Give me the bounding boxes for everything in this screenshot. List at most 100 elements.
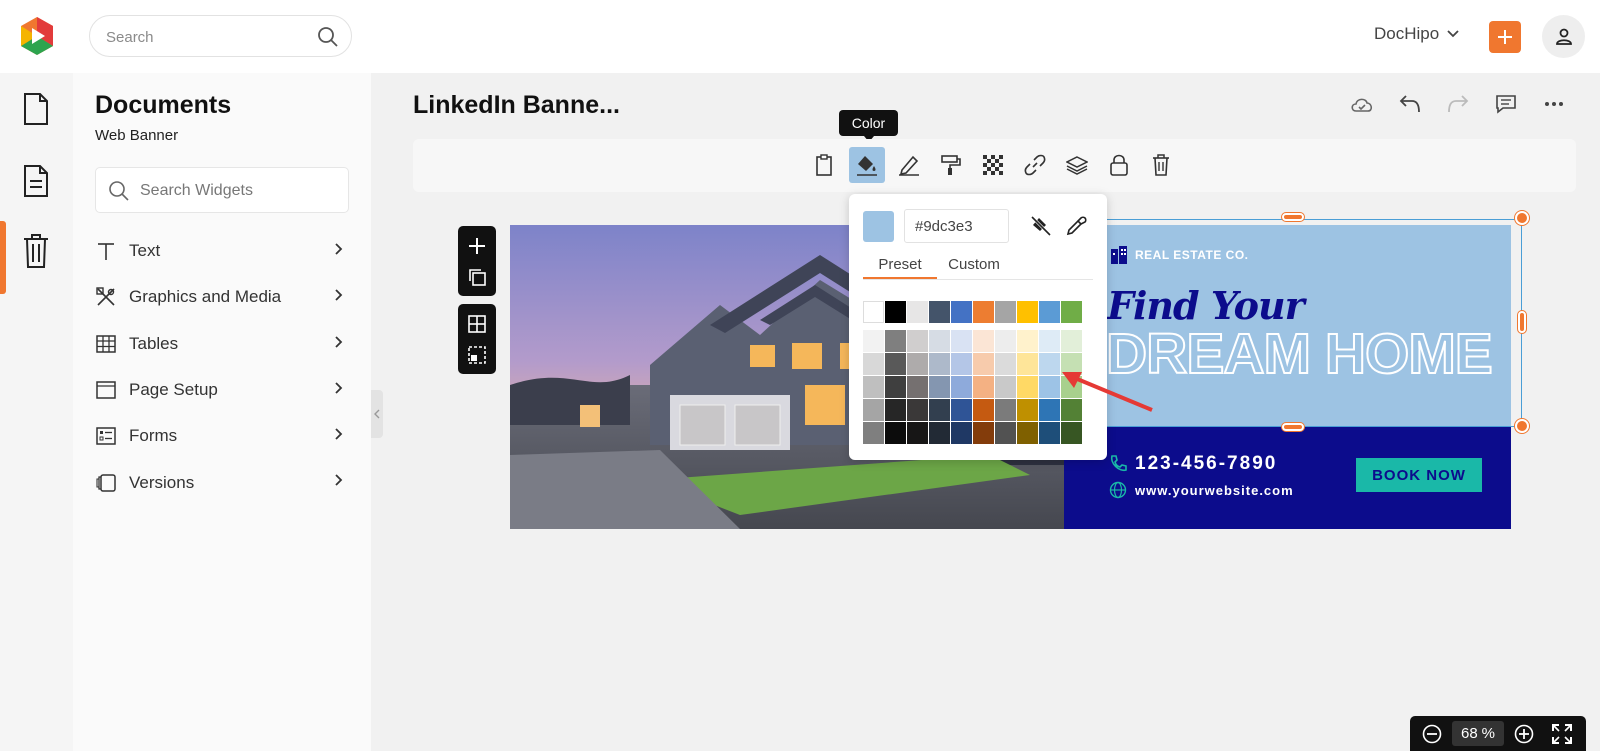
website[interactable]: www.yourwebsite.com xyxy=(1109,481,1294,499)
color-swatch[interactable] xyxy=(885,376,906,398)
banner-contact-panel[interactable]: 123-456-7890 www.yourwebsite.com BOOK NO… xyxy=(1064,427,1511,529)
color-swatch[interactable] xyxy=(1039,301,1060,323)
color-swatch[interactable] xyxy=(973,353,994,375)
color-swatch[interactable] xyxy=(995,399,1016,421)
sidebar-item-text[interactable]: Text xyxy=(95,228,349,274)
tab-preset[interactable]: Preset xyxy=(863,254,937,279)
color-swatch[interactable] xyxy=(1061,330,1082,352)
comments-button[interactable] xyxy=(1482,92,1530,116)
resize-handle-bottom[interactable] xyxy=(1282,423,1304,431)
transparency-button[interactable] xyxy=(975,147,1011,183)
resize-handle-bottom-right[interactable] xyxy=(1515,419,1529,433)
color-swatch[interactable] xyxy=(929,301,950,323)
color-swatch[interactable] xyxy=(907,301,928,323)
color-swatch[interactable] xyxy=(863,353,884,375)
fullscreen-button[interactable] xyxy=(1550,722,1574,746)
color-swatch[interactable] xyxy=(1017,376,1038,398)
color-swatch[interactable] xyxy=(863,399,884,421)
copy-style-button[interactable] xyxy=(933,147,969,183)
sidebar-item-forms[interactable]: Forms xyxy=(95,413,349,459)
paste-button[interactable] xyxy=(806,147,842,183)
color-swatch[interactable] xyxy=(995,353,1016,375)
eyedropper-button[interactable] xyxy=(1064,214,1088,238)
phone-number[interactable]: 123-456-7890 xyxy=(1109,453,1277,475)
color-swatch[interactable] xyxy=(1039,376,1060,398)
create-new-button[interactable] xyxy=(1489,21,1521,53)
color-fill-button[interactable] xyxy=(849,147,885,183)
lock-button[interactable] xyxy=(1101,147,1137,183)
color-swatch[interactable] xyxy=(995,330,1016,352)
color-swatch[interactable] xyxy=(995,376,1016,398)
resize-handle-right[interactable] xyxy=(1518,311,1526,333)
color-swatch[interactable] xyxy=(951,376,972,398)
color-swatch[interactable] xyxy=(885,399,906,421)
color-swatch[interactable] xyxy=(907,422,928,444)
sidebar-collapse-handle[interactable] xyxy=(371,390,383,438)
color-swatch[interactable] xyxy=(929,422,950,444)
more-options-button[interactable] xyxy=(1530,92,1578,116)
color-swatch[interactable] xyxy=(929,399,950,421)
color-swatch[interactable] xyxy=(973,399,994,421)
add-page-button[interactable] xyxy=(458,230,496,261)
color-swatch[interactable] xyxy=(1061,301,1082,323)
color-swatch[interactable] xyxy=(951,301,972,323)
zoom-level[interactable]: 68 % xyxy=(1452,721,1504,746)
widget-search-input[interactable] xyxy=(140,180,340,202)
color-swatch[interactable] xyxy=(1039,399,1060,421)
select-area-button[interactable] xyxy=(458,339,496,370)
color-swatch[interactable] xyxy=(1039,330,1060,352)
color-swatch[interactable] xyxy=(995,422,1016,444)
zoom-out-button[interactable] xyxy=(1420,722,1444,746)
sidebar-item-graphics-media[interactable]: Graphics and Media xyxy=(95,274,349,320)
color-swatch[interactable] xyxy=(907,353,928,375)
color-swatch[interactable] xyxy=(1017,353,1038,375)
app-logo[interactable] xyxy=(18,16,56,56)
color-swatch[interactable] xyxy=(951,422,972,444)
sidebar-item-versions[interactable]: Versions xyxy=(95,459,349,505)
color-swatch[interactable] xyxy=(951,353,972,375)
color-swatch[interactable] xyxy=(863,301,884,323)
color-swatch[interactable] xyxy=(1017,422,1038,444)
rail-new-document[interactable] xyxy=(18,89,54,129)
resize-handle-top-right[interactable] xyxy=(1515,211,1529,225)
color-swatch[interactable] xyxy=(973,422,994,444)
border-color-button[interactable] xyxy=(891,147,927,183)
undo-button[interactable] xyxy=(1386,92,1434,116)
color-swatch[interactable] xyxy=(863,376,884,398)
color-swatch[interactable] xyxy=(1061,422,1082,444)
sidebar-item-page-setup[interactable]: Page Setup xyxy=(95,367,349,413)
no-fill-button[interactable] xyxy=(1029,214,1053,238)
color-swatch[interactable] xyxy=(885,353,906,375)
color-swatch[interactable] xyxy=(995,301,1016,323)
book-now-button[interactable]: BOOK NOW xyxy=(1356,458,1482,492)
grid-button[interactable] xyxy=(458,308,496,339)
current-color-swatch[interactable] xyxy=(863,211,894,242)
search-icon[interactable] xyxy=(317,26,339,48)
rail-documents[interactable] xyxy=(18,161,54,201)
global-search-input[interactable] xyxy=(106,26,306,48)
color-swatch[interactable] xyxy=(929,376,950,398)
color-swatch[interactable] xyxy=(885,422,906,444)
selection-frame[interactable] xyxy=(1097,219,1522,427)
user-profile-button[interactable] xyxy=(1542,15,1585,58)
document-title[interactable]: LinkedIn Banne... xyxy=(413,91,620,120)
hex-color-input[interactable] xyxy=(904,209,1009,243)
cloud-save-button[interactable] xyxy=(1338,92,1386,116)
color-swatch[interactable] xyxy=(973,330,994,352)
account-menu[interactable]: DocHipo xyxy=(1374,24,1459,44)
color-swatch[interactable] xyxy=(907,376,928,398)
color-swatch[interactable] xyxy=(1039,353,1060,375)
color-swatch[interactable] xyxy=(951,399,972,421)
color-swatch[interactable] xyxy=(885,301,906,323)
layers-button[interactable] xyxy=(1059,147,1095,183)
color-swatch[interactable] xyxy=(1017,330,1038,352)
color-swatch[interactable] xyxy=(973,376,994,398)
tab-custom[interactable]: Custom xyxy=(937,254,1011,279)
color-swatch[interactable] xyxy=(885,330,906,352)
rail-trash[interactable] xyxy=(18,231,54,271)
color-swatch[interactable] xyxy=(907,330,928,352)
color-swatch[interactable] xyxy=(1017,301,1038,323)
color-swatch[interactable] xyxy=(929,353,950,375)
color-swatch[interactable] xyxy=(863,330,884,352)
color-swatch[interactable] xyxy=(1039,422,1060,444)
